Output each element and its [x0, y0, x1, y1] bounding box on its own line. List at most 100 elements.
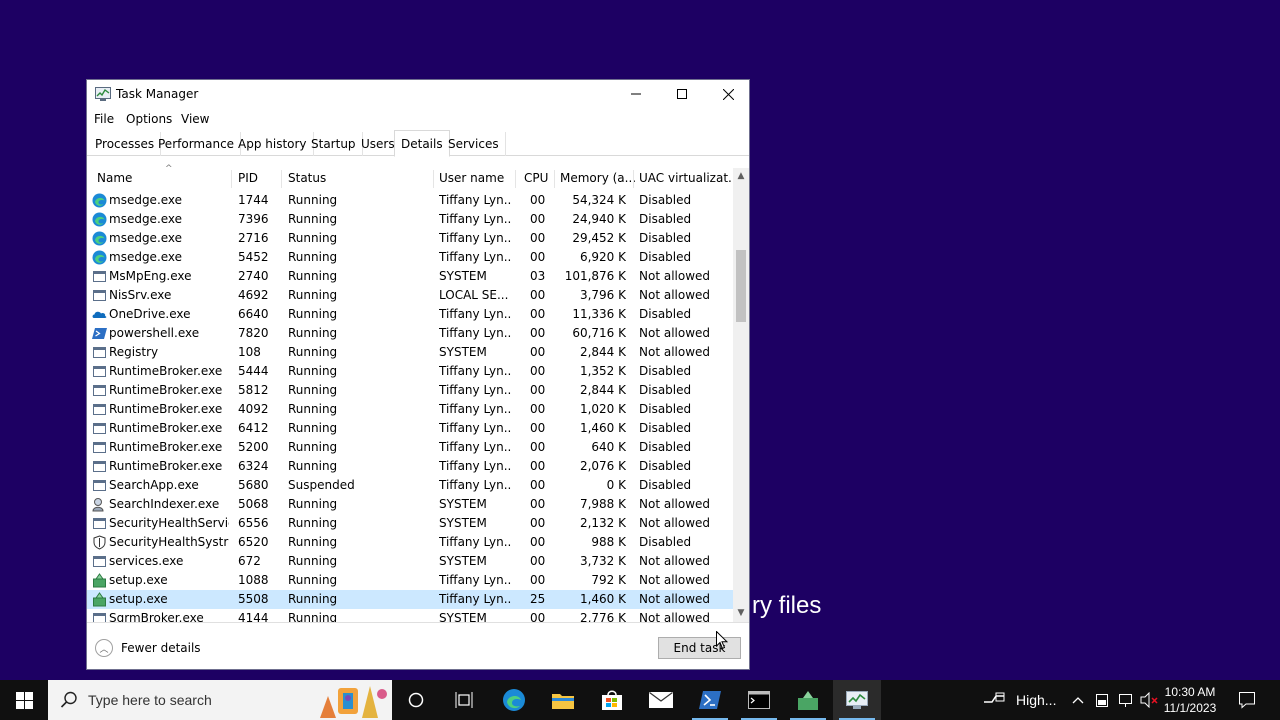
taskbar-file-explorer[interactable] — [539, 680, 587, 720]
process-icon — [92, 421, 107, 436]
title-bar[interactable]: Task Manager — [87, 80, 749, 108]
menu-options[interactable]: Options — [126, 112, 172, 126]
tray-notifications[interactable] — [1238, 680, 1256, 720]
table-row[interactable]: SearchApp.exe 5680 Suspended Tiffany Lyn...… — [87, 476, 733, 495]
process-status: Running — [288, 345, 338, 359]
process-pid: 5680 — [238, 478, 269, 492]
folder-icon — [552, 694, 574, 709]
clock-time: 10:30 AM — [1164, 685, 1216, 699]
process-memory: 3,732 K — [579, 554, 626, 568]
column-separator[interactable] — [281, 170, 282, 188]
process-user-name: Tiffany Lyn... — [439, 478, 511, 492]
process-pid: 5452 — [238, 250, 269, 264]
table-row[interactable]: RuntimeBroker.exe 6324 Running Tiffany Lyn.… — [87, 457, 733, 476]
start-button[interactable] — [0, 680, 48, 720]
notification-icon — [1239, 692, 1255, 709]
menu-view[interactable]: View — [181, 112, 209, 126]
process-memory: 1,020 K — [579, 402, 626, 416]
column-header-status[interactable]: Status — [288, 171, 326, 185]
table-row[interactable]: RuntimeBroker.exe 5200 Running Tiffany Lyn.… — [87, 438, 733, 457]
task-manager-icon — [846, 691, 868, 709]
column-separator[interactable] — [231, 170, 232, 188]
table-row[interactable]: msedge.exe 5452 Running Tiffany Lyn... 00 6,9… — [87, 248, 733, 267]
taskbar-task-manager[interactable] — [833, 680, 881, 720]
column-separator[interactable] — [554, 170, 555, 188]
scrollbar-thumb[interactable] — [736, 250, 746, 322]
end-task-button[interactable]: End task — [658, 637, 741, 659]
minimize-button[interactable] — [613, 80, 659, 108]
tab-services[interactable]: Services — [442, 132, 506, 156]
process-status: Suspended — [288, 478, 355, 492]
table-row[interactable]: SearchIndexer.exe 5068 Running SYSTEM 00 7,98… — [87, 495, 733, 514]
table-row[interactable]: SgrmBroker.exe 4144 Running SYSTEM 00 2,776 K… — [87, 609, 733, 622]
menu-file[interactable]: File — [94, 112, 114, 126]
tray-show-hidden-icons[interactable] — [1072, 680, 1084, 720]
taskbar-store[interactable] — [588, 680, 636, 720]
scroll-down-icon[interactable]: ▼ — [733, 605, 749, 622]
tab-processes[interactable]: Processes — [89, 132, 162, 156]
column-header-memory[interactable]: Memory (a... — [560, 171, 636, 185]
column-header-cpu[interactable]: CPU — [524, 171, 548, 185]
fewer-details-button[interactable]: ︿ Fewer details — [95, 639, 201, 657]
vertical-scrollbar[interactable]: ▲ ▼ — [733, 168, 749, 622]
scroll-up-icon[interactable]: ▲ — [733, 168, 749, 185]
table-row[interactable]: setup.exe 5508 Running Tiffany Lyn... 25 1,46… — [87, 590, 733, 609]
tab-startup[interactable]: Startup — [305, 132, 363, 156]
taskbar-setup[interactable] — [784, 680, 832, 720]
column-header-pid[interactable]: PID — [238, 171, 258, 185]
tray-network[interactable] — [1118, 680, 1134, 720]
tab-performance[interactable]: Performance — [152, 132, 242, 156]
table-row[interactable]: msedge.exe 7396 Running Tiffany Lyn... 00 24,… — [87, 210, 733, 229]
table-row[interactable]: MsMpEng.exe 2740 Running SYSTEM 03 101,876 K N… — [87, 267, 733, 286]
taskbar-command-prompt[interactable] — [735, 680, 783, 720]
table-row[interactable]: msedge.exe 1744 Running Tiffany Lyn... 00 54,… — [87, 191, 733, 210]
column-header-uac-virtualization[interactable]: UAC virtualizat... — [639, 171, 739, 185]
column-header-name[interactable]: ^ Name — [97, 164, 173, 185]
process-status: Running — [288, 516, 338, 530]
maximize-icon — [677, 89, 687, 99]
column-separator[interactable] — [515, 170, 516, 188]
column-separator[interactable] — [433, 170, 434, 188]
process-pid: 5508 — [238, 592, 269, 606]
table-row[interactable]: RuntimeBroker.exe 4092 Running Tiffany Lyn.… — [87, 400, 733, 419]
search-highlight-illustration-icon — [316, 682, 390, 718]
column-separator[interactable] — [633, 170, 634, 188]
process-status: Running — [288, 193, 338, 207]
taskbar-clock[interactable]: 10:30 AM 11/1/2023 — [1160, 684, 1220, 716]
close-button[interactable] — [705, 80, 751, 108]
process-name: msedge.exe — [109, 231, 183, 245]
process-uac-virtualization: Disabled — [639, 212, 692, 226]
table-row[interactable]: RuntimeBroker.exe 6412 Running Tiffany Lyn.… — [87, 419, 733, 438]
table-row[interactable]: SecurityHealthServic... 6556 Running SYSTEM… — [87, 514, 733, 533]
process-status: Running — [288, 402, 338, 416]
table-row[interactable]: Registry 108 Running SYSTEM 00 2,844 K Not all… — [87, 343, 733, 362]
taskbar-mail[interactable] — [637, 680, 685, 720]
table-row[interactable]: RuntimeBroker.exe 5812 Running Tiffany Lyn.… — [87, 381, 733, 400]
maximize-button[interactable] — [659, 80, 705, 108]
cortana-button[interactable] — [392, 680, 440, 720]
taskbar-powershell[interactable] — [686, 680, 734, 720]
table-row[interactable]: NisSrv.exe 4692 Running LOCAL SE... 00 3,796 … — [87, 286, 733, 305]
process-status: Running — [288, 269, 338, 283]
tab-app-history[interactable]: App history — [232, 132, 314, 156]
table-row[interactable]: powershell.exe 7820 Running Tiffany Lyn... 0… — [87, 324, 733, 343]
table-row[interactable]: RuntimeBroker.exe 5444 Running Tiffany Lyn.… — [87, 362, 733, 381]
process-name: RuntimeBroker.exe — [109, 421, 223, 435]
battery-icon — [1096, 694, 1108, 707]
tray-volume[interactable] — [1140, 680, 1158, 720]
table-row[interactable]: services.exe 672 Running SYSTEM 00 3,732 K Not… — [87, 552, 733, 571]
process-user-name: SYSTEM — [439, 345, 487, 359]
menu-bar: File Options View — [87, 110, 749, 130]
tray-power-mode[interactable]: High... — [982, 680, 1056, 720]
table-row[interactable]: OneDrive.exe 6640 Running Tiffany Lyn... 00 1… — [87, 305, 733, 324]
task-view-button[interactable] — [440, 680, 488, 720]
taskbar-edge[interactable] — [490, 680, 538, 720]
table-row[interactable]: setup.exe 1088 Running Tiffany Lyn... 00 792 … — [87, 571, 733, 590]
column-header-user-name[interactable]: User name — [439, 171, 504, 185]
process-user-name: Tiffany Lyn... — [439, 250, 511, 264]
table-row[interactable]: msedge.exe 2716 Running Tiffany Lyn... 00 29,… — [87, 229, 733, 248]
tray-battery[interactable] — [1095, 680, 1109, 720]
table-row[interactable]: SecurityHealthSystra... 6520 Running Tiffan… — [87, 533, 733, 552]
taskbar-search-box[interactable]: Type here to search — [48, 680, 392, 720]
process-user-name: Tiffany Lyn... — [439, 421, 511, 435]
